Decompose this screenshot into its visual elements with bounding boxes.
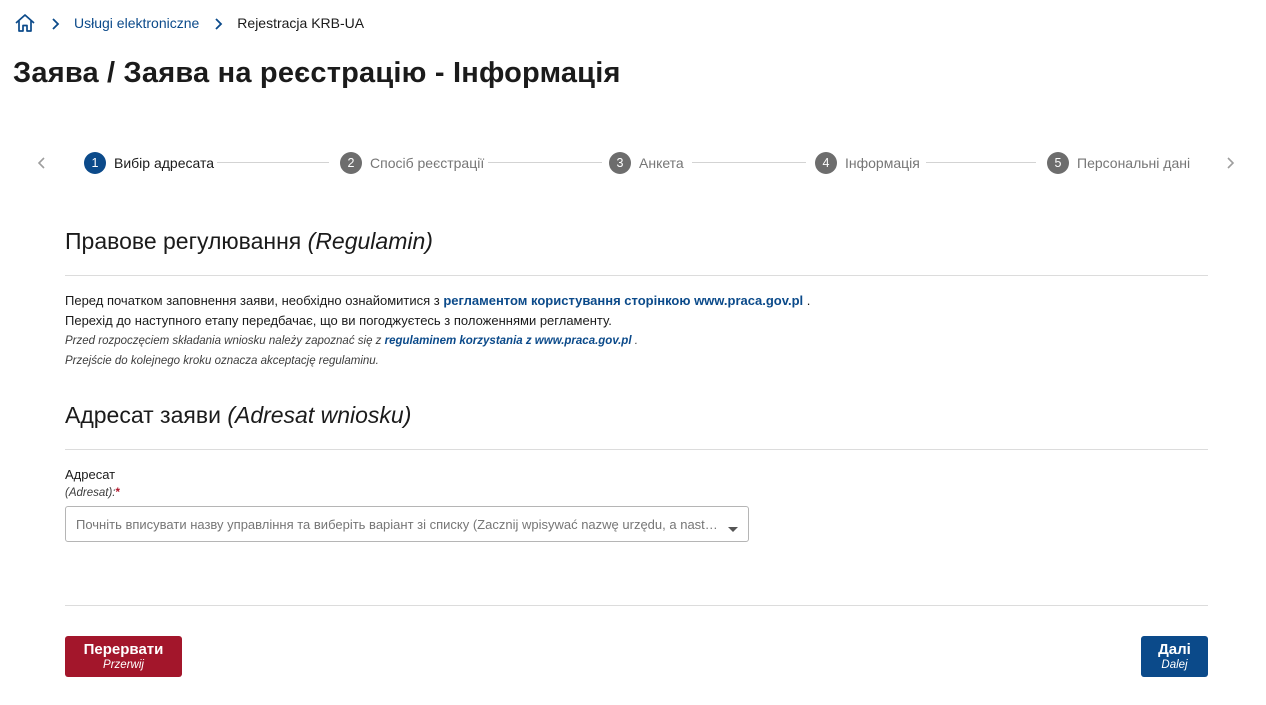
divider <box>65 275 1208 276</box>
step-2[interactable]: 2 Спосіб реєстрації <box>340 152 484 174</box>
step-1[interactable]: 1 Вибір адресата <box>84 152 214 174</box>
required-mark: * <box>115 487 120 499</box>
step-5[interactable]: 5 Персональні дані <box>1047 152 1190 174</box>
addressee-title-pl: (Adresat wniosku) <box>227 402 412 428</box>
step-number: 5 <box>1047 152 1069 174</box>
breadcrumb-current: Rejestracja KRB-UA <box>237 15 365 31</box>
step-label: Інформація <box>845 155 920 171</box>
regulation-line-4: Przejście do kolejnego kroku oznacza akc… <box>65 355 379 367</box>
next-button[interactable]: Далі Dalej <box>1141 636 1208 677</box>
chevron-right-icon <box>214 17 224 30</box>
step-connector <box>217 162 329 163</box>
cancel-button[interactable]: Перервати Przerwij <box>65 636 182 677</box>
caret-down-icon <box>728 521 738 532</box>
home-icon[interactable] <box>14 12 36 34</box>
next-button-label: Далі <box>1158 641 1191 658</box>
cancel-button-label: Перервати <box>83 641 164 658</box>
step-label: Персональні дані <box>1077 155 1191 171</box>
step-number: 1 <box>84 152 106 174</box>
field-label-pl: (Adresat):* <box>65 484 120 502</box>
text: . <box>803 293 811 308</box>
step-number: 3 <box>609 152 631 174</box>
step-number: 4 <box>815 152 837 174</box>
text: Перед початком заповнення заяви, необхід… <box>65 293 444 308</box>
addressee-field-label: Адресат (Adresat):* <box>65 466 120 502</box>
step-connector <box>692 162 806 163</box>
step-number: 2 <box>340 152 362 174</box>
regulation-line-2: Перехід до наступного етапу передбачає, … <box>65 313 612 328</box>
divider <box>65 605 1208 606</box>
breadcrumb-link-uslugi[interactable]: Usługi elektroniczne <box>74 15 199 31</box>
chevron-right-icon[interactable] <box>1222 155 1238 171</box>
regulation-text: Перед початком заповнення заяви, необхід… <box>65 291 810 371</box>
step-label: Вибір адресата <box>114 155 215 171</box>
chevron-left-icon[interactable] <box>34 155 50 171</box>
addressee-select-placeholder: Почніть вписувати назву управління та ви… <box>76 516 722 532</box>
step-label: Анкета <box>639 155 684 171</box>
chevron-right-icon <box>51 17 61 30</box>
regulation-title-text: Правове регулювання <box>65 228 302 254</box>
text: Przed rozpoczęciem składania wniosku nal… <box>65 335 385 347</box>
text: (Adresat): <box>65 487 116 499</box>
field-label-ua: Адресат <box>65 467 116 482</box>
regulation-title-pl: (Regulamin) <box>307 228 433 254</box>
text: . <box>631 335 638 347</box>
addressee-title: Адресат заяви (Adresat wniosku) <box>65 402 411 429</box>
step-label: Спосіб реєстрації <box>370 155 485 171</box>
regulation-link-pl[interactable]: regulaminem korzystania z www.praca.gov.… <box>385 335 632 347</box>
step-connector <box>488 162 602 163</box>
regulation-line-3: Przed rozpoczęciem składania wniosku nal… <box>65 331 810 351</box>
addressee-select[interactable]: Почніть вписувати назву управління та ви… <box>65 506 749 542</box>
step-3[interactable]: 3 Анкета <box>609 152 684 174</box>
cancel-button-label-pl: Przerwij <box>103 659 144 671</box>
step-connector <box>926 162 1036 163</box>
breadcrumb: Usługi elektroniczne Rejestracja KRB-UA <box>14 12 364 34</box>
regulation-link-ua[interactable]: регламентом користування сторінкою www.p… <box>443 293 803 308</box>
step-4[interactable]: 4 Інформація <box>815 152 920 174</box>
addressee-title-text: Адресат заяви <box>65 402 221 428</box>
stepper: 1 Вибір адресата 2 Спосіб реєстрації 3 А… <box>30 148 1242 178</box>
regulation-line-1: Перед початком заповнення заяви, необхід… <box>65 291 810 311</box>
next-button-label-pl: Dalej <box>1161 659 1188 671</box>
divider <box>65 449 1208 450</box>
page-title: Заява / Заява на реєстрацію - Інформація <box>13 57 621 89</box>
regulation-title: Правове регулювання (Regulamin) <box>65 228 433 255</box>
